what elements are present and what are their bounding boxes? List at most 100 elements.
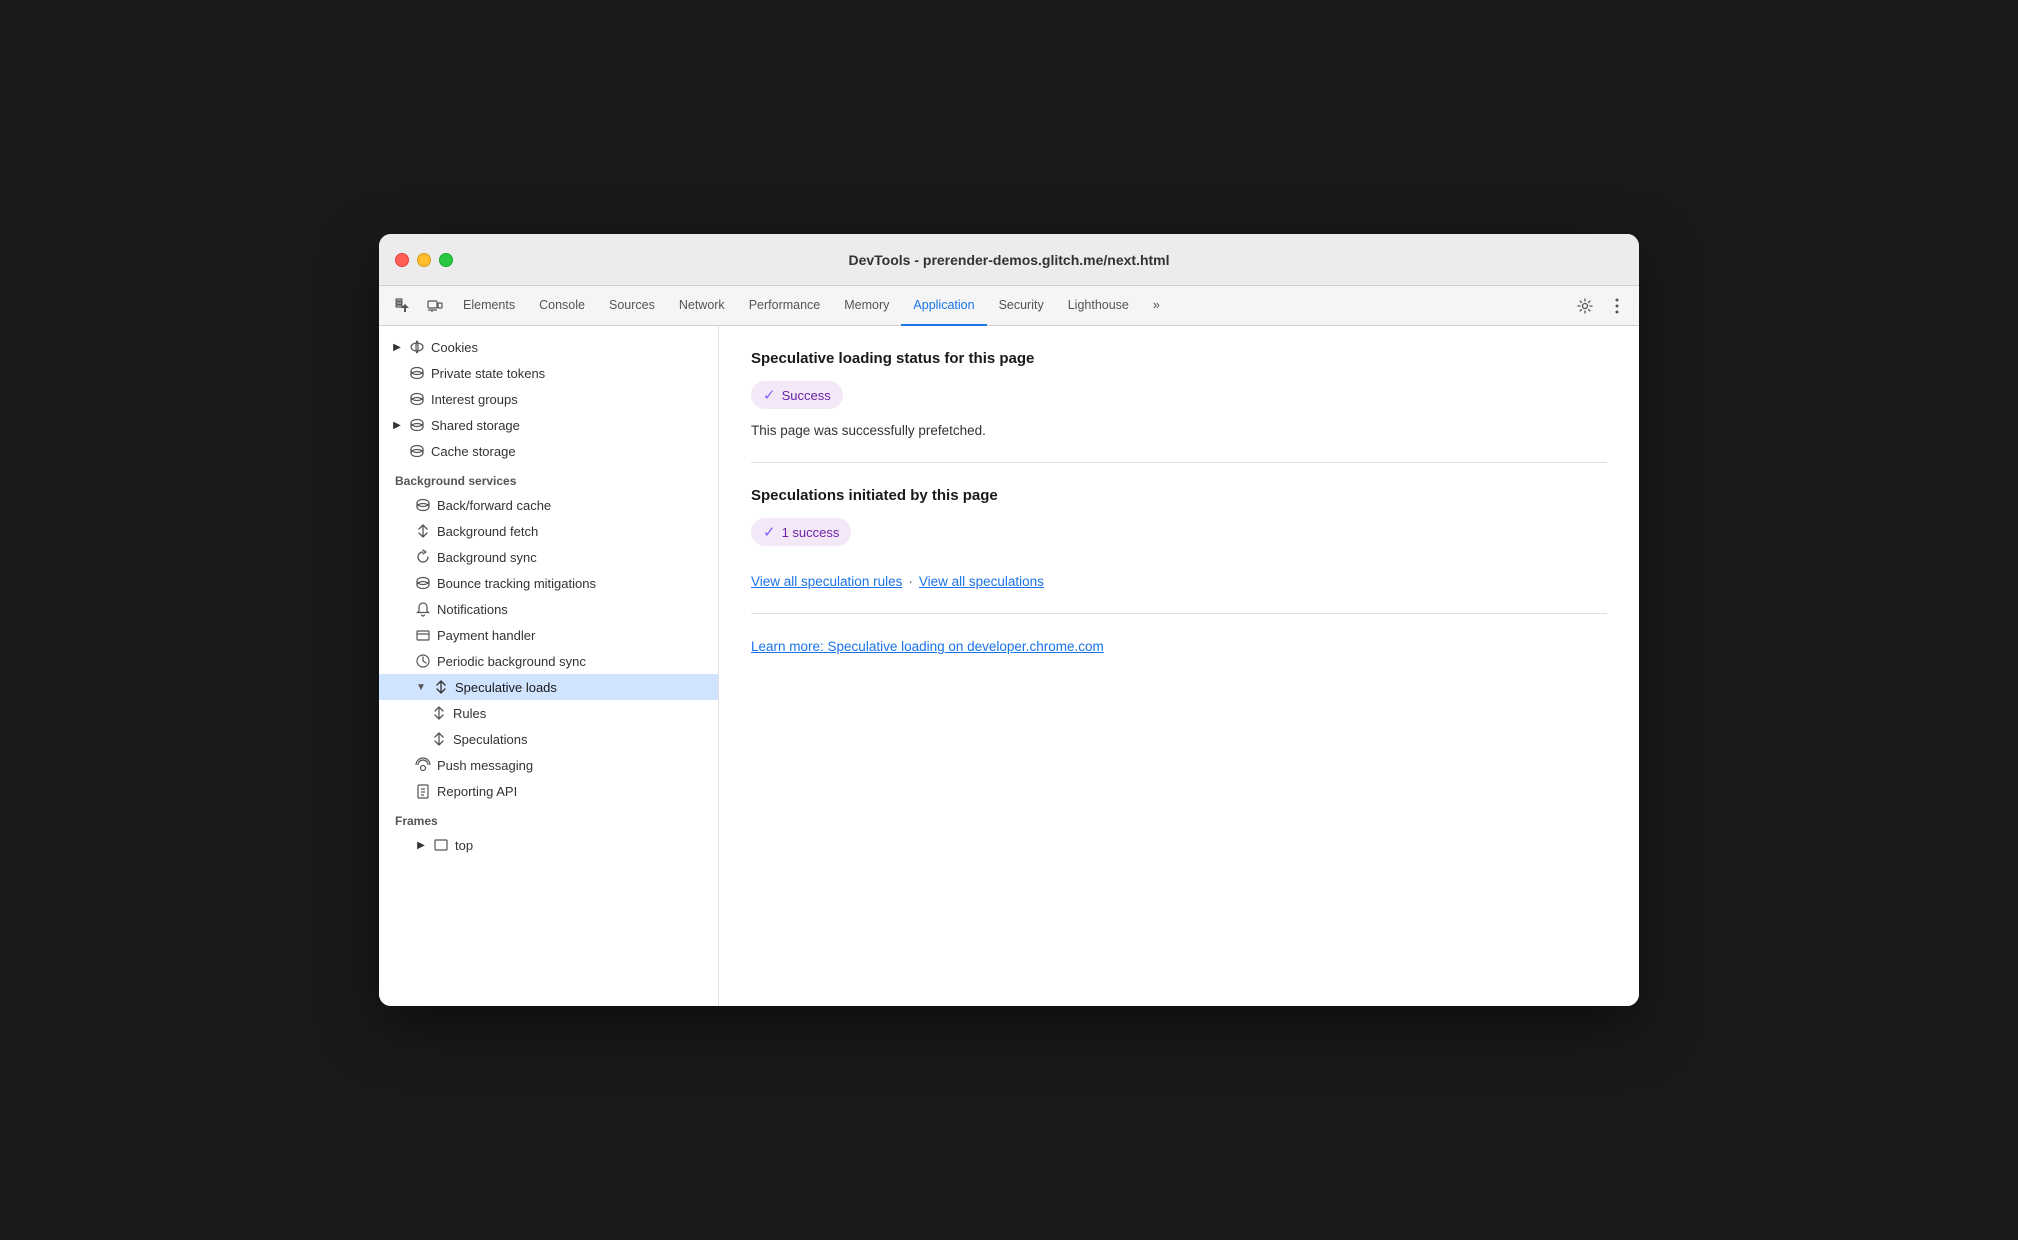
sidebar: ▶ Cookies ▶ Private state tokens xyxy=(379,326,719,1006)
sidebar-item-payment-handler[interactable]: Payment handler xyxy=(379,622,718,648)
one-success-badge: ✓ 1 success xyxy=(751,518,851,546)
top-expand-arrow: ▶ xyxy=(415,840,427,851)
maximize-button[interactable] xyxy=(439,253,453,267)
sidebar-item-private-state-tokens[interactable]: ▶ Private state tokens xyxy=(379,360,718,386)
one-success-badge-label: 1 success xyxy=(782,525,840,540)
speculation-links-row: View all speculation rules · View all sp… xyxy=(751,574,1607,589)
bounce-tracking-label: Bounce tracking mitigations xyxy=(437,576,596,591)
tab-security[interactable]: Security xyxy=(987,286,1056,326)
speculations-initiated-section: Speculations initiated by this page ✓ 1 … xyxy=(751,487,1607,614)
rules-icon xyxy=(431,705,447,721)
tabbar-actions xyxy=(1571,292,1631,320)
sidebar-item-shared-storage[interactable]: ▶ Shared storage xyxy=(379,412,718,438)
more-options-icon[interactable] xyxy=(1603,292,1631,320)
sidebar-item-interest-groups[interactable]: ▶ Interest groups xyxy=(379,386,718,412)
tab-more[interactable]: » xyxy=(1141,286,1172,326)
sidebar-item-back-forward-cache[interactable]: Back/forward cache xyxy=(379,492,718,518)
tab-network[interactable]: Network xyxy=(667,286,737,326)
sidebar-item-periodic-bg-sync[interactable]: Periodic background sync xyxy=(379,648,718,674)
periodic-bg-sync-label: Periodic background sync xyxy=(437,654,586,669)
cookies-expand-arrow: ▶ xyxy=(391,342,403,353)
success-badge-label: Success xyxy=(782,388,831,403)
tab-console[interactable]: Console xyxy=(527,286,597,326)
sidebar-item-reporting-api[interactable]: Reporting API xyxy=(379,778,718,804)
learn-more-section: Learn more: Speculative loading on devel… xyxy=(751,638,1607,680)
link-separator: · xyxy=(908,574,913,589)
sl-collapse-arrow: ▼ xyxy=(415,682,427,693)
rules-label: Rules xyxy=(453,706,486,721)
sidebar-item-speculations[interactable]: Speculations xyxy=(379,726,718,752)
background-sync-label: Background sync xyxy=(437,550,537,565)
window-title: DevTools - prerender-demos.glitch.me/nex… xyxy=(848,252,1169,268)
sidebar-item-cookies[interactable]: ▶ Cookies xyxy=(379,334,718,360)
background-fetch-icon xyxy=(415,523,431,539)
cache-storage-label: Cache storage xyxy=(431,444,516,459)
sidebar-item-background-fetch[interactable]: Background fetch xyxy=(379,518,718,544)
ss-expand-arrow: ▶ xyxy=(391,420,403,431)
top-frame-label: top xyxy=(455,838,473,853)
view-all-speculation-rules-link[interactable]: View all speculation rules xyxy=(751,574,902,589)
sidebar-item-rules[interactable]: Rules xyxy=(379,700,718,726)
push-messaging-icon xyxy=(415,757,431,773)
background-services-header: Background services xyxy=(379,464,718,492)
shared-storage-label: Shared storage xyxy=(431,418,520,433)
payment-handler-label: Payment handler xyxy=(437,628,535,643)
success-check-icon: ✓ xyxy=(763,386,776,404)
tabbar: Elements Console Sources Network Perform… xyxy=(379,286,1639,326)
learn-more-link[interactable]: Learn more: Speculative loading on devel… xyxy=(751,639,1104,654)
speculative-loading-status-section: Speculative loading status for this page… xyxy=(751,350,1607,463)
interest-groups-icon xyxy=(409,391,425,407)
devtools-window: DevTools - prerender-demos.glitch.me/nex… xyxy=(379,234,1639,1006)
settings-icon[interactable] xyxy=(1571,292,1599,320)
content-area: Speculative loading status for this page… xyxy=(719,326,1639,1006)
top-frame-icon xyxy=(433,837,449,853)
notifications-label: Notifications xyxy=(437,602,508,617)
sidebar-item-speculative-loads[interactable]: ▼ Speculative loads xyxy=(379,674,718,700)
tab-application[interactable]: Application xyxy=(901,286,986,326)
bounce-tracking-icon xyxy=(415,575,431,591)
sidebar-item-bounce-tracking[interactable]: Bounce tracking mitigations xyxy=(379,570,718,596)
close-button[interactable] xyxy=(395,253,409,267)
reporting-api-label: Reporting API xyxy=(437,784,517,799)
payment-handler-icon xyxy=(415,627,431,643)
traffic-lights xyxy=(395,253,453,267)
main-area: ▶ Cookies ▶ Private state tokens xyxy=(379,326,1639,1006)
notifications-icon xyxy=(415,601,431,617)
back-forward-cache-icon xyxy=(415,497,431,513)
speculative-loads-icon xyxy=(433,679,449,695)
minimize-button[interactable] xyxy=(417,253,431,267)
periodic-bg-sync-icon xyxy=(415,653,431,669)
success-badge: ✓ Success xyxy=(751,381,843,409)
speculative-loading-description: This page was successfully prefetched. xyxy=(751,423,1607,438)
reporting-api-icon xyxy=(415,783,431,799)
cursor-icon-button[interactable] xyxy=(387,292,419,320)
cookies-icon xyxy=(409,339,425,355)
tab-performance[interactable]: Performance xyxy=(737,286,833,326)
frames-header: Frames xyxy=(379,804,718,832)
interest-groups-label: Interest groups xyxy=(431,392,518,407)
titlebar: DevTools - prerender-demos.glitch.me/nex… xyxy=(379,234,1639,286)
speculative-loading-status-title: Speculative loading status for this page xyxy=(751,350,1607,367)
speculations-icon xyxy=(431,731,447,747)
speculative-loads-label: Speculative loads xyxy=(455,680,557,695)
sidebar-item-top[interactable]: ▶ top xyxy=(379,832,718,858)
sidebar-item-cache-storage[interactable]: ▶ Cache storage xyxy=(379,438,718,464)
sidebar-item-push-messaging[interactable]: Push messaging xyxy=(379,752,718,778)
cookies-label: Cookies xyxy=(431,340,478,355)
shared-storage-icon xyxy=(409,417,425,433)
view-all-speculations-link[interactable]: View all speculations xyxy=(919,574,1044,589)
back-forward-cache-label: Back/forward cache xyxy=(437,498,551,513)
sidebar-item-notifications[interactable]: Notifications xyxy=(379,596,718,622)
tab-sources[interactable]: Sources xyxy=(597,286,667,326)
device-icon-button[interactable] xyxy=(419,292,451,320)
sidebar-item-background-sync[interactable]: Background sync xyxy=(379,544,718,570)
tab-lighthouse[interactable]: Lighthouse xyxy=(1056,286,1141,326)
background-fetch-label: Background fetch xyxy=(437,524,538,539)
private-state-tokens-label: Private state tokens xyxy=(431,366,545,381)
cache-storage-icon xyxy=(409,443,425,459)
tab-memory[interactable]: Memory xyxy=(832,286,901,326)
tab-elements[interactable]: Elements xyxy=(451,286,527,326)
background-sync-icon xyxy=(415,549,431,565)
speculations-initiated-title: Speculations initiated by this page xyxy=(751,487,1607,504)
push-messaging-label: Push messaging xyxy=(437,758,533,773)
